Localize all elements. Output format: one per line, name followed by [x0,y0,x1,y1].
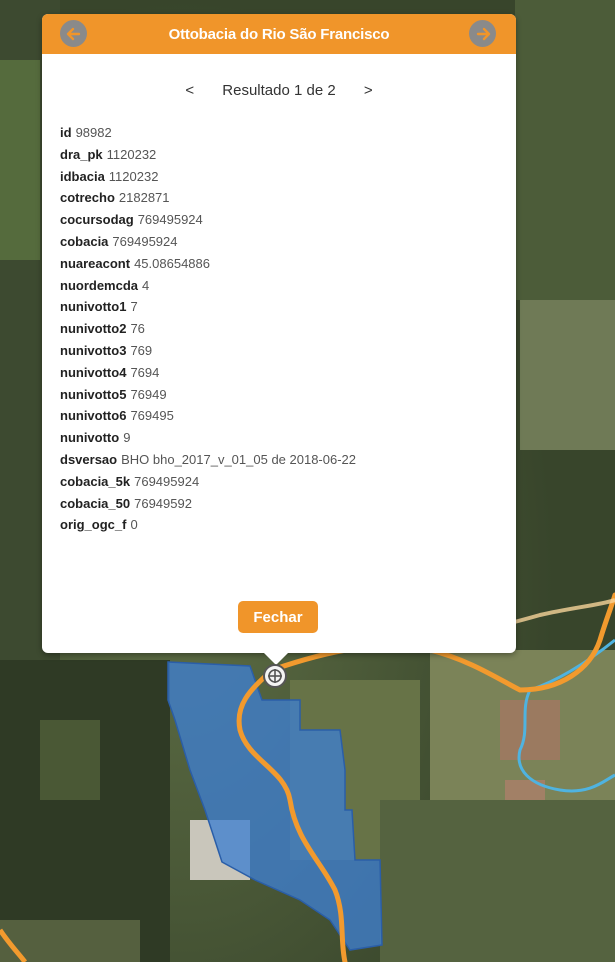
attribute-row: nunivotto2 76 [60,318,510,340]
attribute-value: 769495924 [134,473,200,489]
attribute-row: orig_ogc_f 0 [60,514,510,536]
attribute-row: nunivotto6 769495 [60,405,510,427]
attribute-row: dsversao BHO bho_2017_v_01_05 de 2018-06-… [60,449,510,471]
terrain-patch [515,0,615,300]
pager-text: Resultado 1 de 2 [222,82,336,99]
attribute-value: 769495924 [112,233,178,249]
attribute-value: 769495 [130,408,174,424]
attribute-key: cobacia_50 [60,495,131,511]
terrain-patch [0,660,170,962]
attribute-value: 769495924 [137,212,203,228]
terrain-patch [40,720,100,800]
attribute-row: cobacia_50 76949592 [60,493,510,515]
attribute-row: cocursodag 769495924 [60,209,510,231]
attribute-row: dra_pk 1120232 [60,144,510,166]
popup-header: Ottobacia do Rio São Francisco [42,14,516,54]
attribute-row: nuareacont 45.08654886 [60,253,510,275]
crosshair-icon [268,669,282,683]
attribute-key: orig_ogc_f [60,517,127,533]
attribute-key: dsversao [60,451,118,467]
terrain-patch [500,700,560,760]
attribute-key: nunivotto2 [60,321,127,337]
attribute-key: nunivotto3 [60,342,127,358]
attribute-key: idbacia [60,168,105,184]
attribute-list: id 98982 dra_pk 1120232 idbacia 1120232 cot… [60,122,510,536]
attribute-value: 1120232 [106,146,157,162]
attribute-value: 7694 [130,364,160,380]
result-pager: < Resultado 1 de 2 > [42,82,516,99]
prev-feature-button[interactable] [60,20,87,47]
attribute-value: 7 [130,299,138,315]
attribute-value: 4 [142,277,150,293]
attribute-row: id 98982 [60,122,510,144]
feature-info-popup: Ottobacia do Rio São Francisco < Resulta… [42,14,516,665]
attribute-key: cobacia_5k [60,473,131,489]
attribute-row: cotrecho 2182871 [60,187,510,209]
attribute-key: nunivotto1 [60,299,127,315]
attribute-row: idbacia 1120232 [60,166,510,188]
terrain-patch [380,800,615,962]
attribute-value: 9 [123,430,131,446]
attribute-row: nunivotto3 769 [60,340,510,362]
attribute-key: nuareacont [60,255,131,271]
attribute-key: cobacia [60,233,109,249]
next-feature-button[interactable] [469,20,496,47]
attribute-row: nunivotto 9 [60,427,510,449]
terrain-patch [0,60,40,260]
attribute-value: 76949592 [134,495,192,511]
attribute-key: nuordemcda [60,277,139,293]
attribute-row: nunivotto5 76949 [60,384,510,406]
attribute-key: nunivotto6 [60,408,127,424]
attribute-row: nunivotto4 7694 [60,362,510,384]
attribute-value: 0 [130,517,138,533]
attribute-row: cobacia 769495924 [60,231,510,253]
pager-prev-button[interactable]: < [169,82,210,99]
arrow-left-icon [66,27,80,40]
attribute-key: cocursodag [60,212,134,228]
attribute-value: 76949 [130,386,167,402]
terrain-patch [520,300,615,450]
attribute-key: dra_pk [60,146,103,162]
attribute-key: cotrecho [60,190,115,206]
attribute-value: 98982 [75,125,112,140]
attribute-key: nunivotto5 [60,386,127,402]
attribute-key: id [60,125,72,140]
crosshair-pin-icon[interactable] [263,664,287,688]
close-popup-button[interactable]: Fechar [238,601,318,633]
popup-title: Ottobacia do Rio São Francisco [168,25,390,43]
attribute-value: 45.08654886 [134,255,210,271]
attribute-value: 769 [130,342,153,358]
arrow-right-icon [476,27,490,40]
attribute-row: nuordemcda 4 [60,275,510,297]
attribute-value: 1120232 [108,168,159,184]
pager-next-button[interactable]: > [348,82,389,99]
attribute-row: cobacia_5k 769495924 [60,471,510,493]
attribute-key: nunivotto [60,430,120,446]
attribute-row: nunivotto1 7 [60,296,510,318]
attribute-value: 2182871 [118,190,170,206]
attribute-value: 76 [130,321,145,337]
attribute-value: BHO bho_2017_v_01_05 de 2018-06-22 [121,451,357,467]
attribute-key: nunivotto4 [60,364,127,380]
